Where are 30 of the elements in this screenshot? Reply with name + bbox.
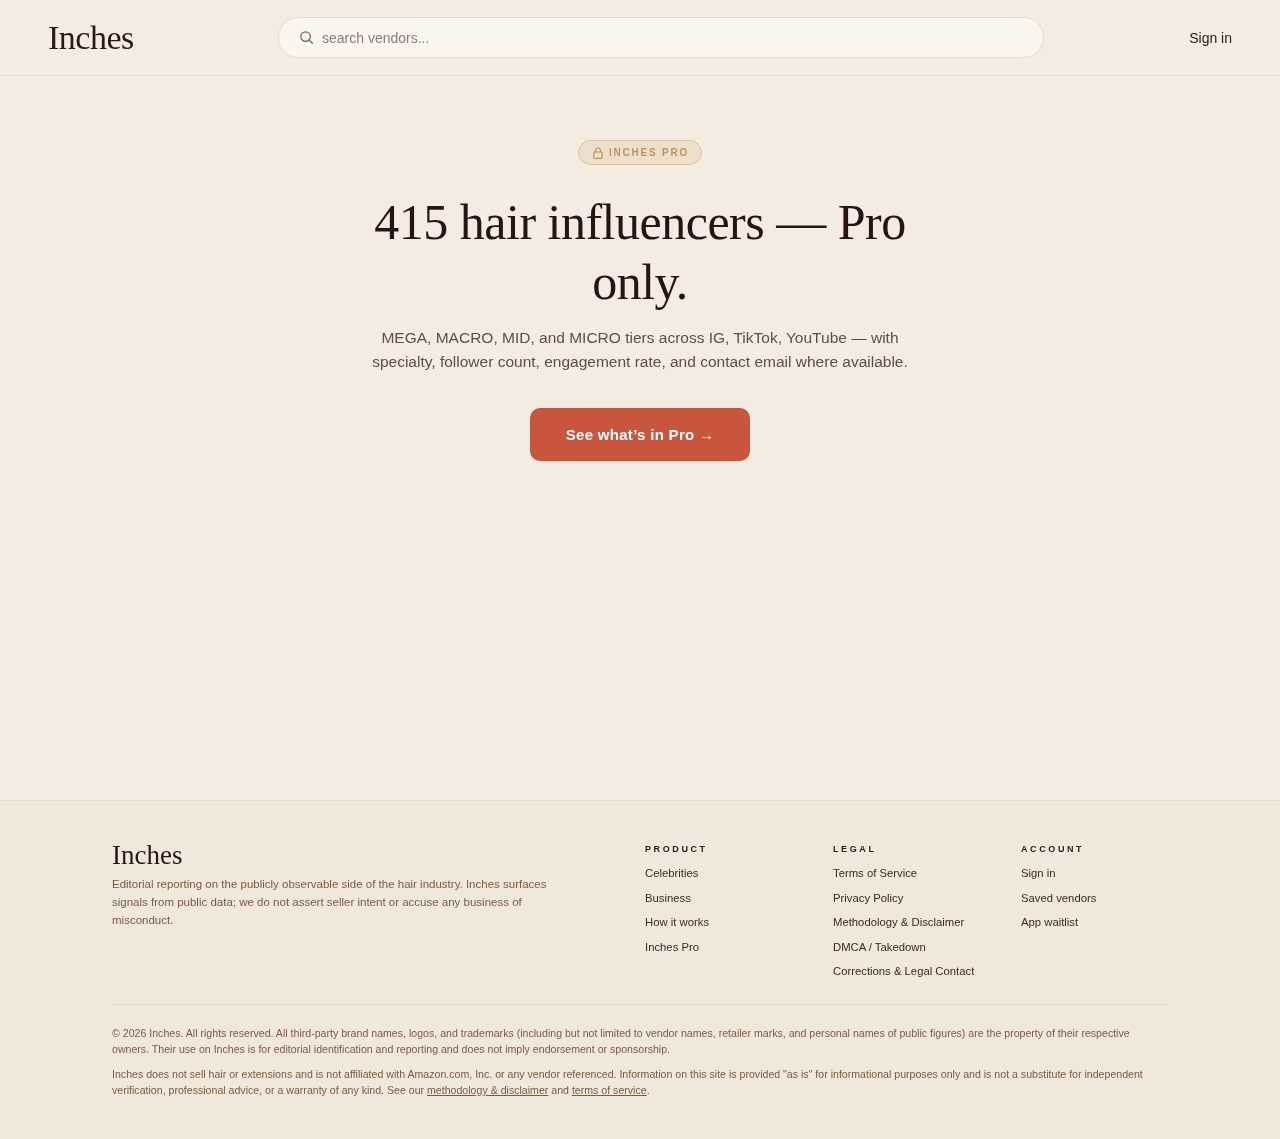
footer-link[interactable]: Saved vendors bbox=[1021, 891, 1097, 905]
footer-link[interactable]: DMCA / Takedown bbox=[833, 940, 926, 954]
footer-link[interactable]: Inches Pro bbox=[645, 940, 699, 954]
footer-link[interactable]: Methodology & Disclaimer bbox=[833, 916, 965, 929]
footer-logo[interactable]: Inches bbox=[112, 841, 183, 869]
search-field[interactable]: search vendors... bbox=[278, 17, 1044, 58]
disclaimer-notice: Inches does not sell hair or extensions and is not affiliated with Amazon.com, Inc. or any vendor referenced. Information on this site is provided "as is" for informational purposes only and is not a substitute for independent verification, professional advice, or a warranty of any kind. See our methodology & disclaimer and terms of service. bbox=[112, 1067, 1144, 1098]
footer-link[interactable]: App waitlist bbox=[1021, 916, 1079, 929]
logo[interactable]: Inches bbox=[48, 18, 134, 56]
search-icon bbox=[300, 31, 313, 44]
see-pro-button[interactable]: See what’s in Pro → bbox=[529, 408, 751, 461]
footer-link[interactable]: Celebrities bbox=[645, 867, 699, 880]
hero-description: MEGA, MACRO, MID, and MICRO tiers across IG, TikTok, YouTube — with specialty, follower count, engagement rate, and contact email where available. bbox=[371, 328, 909, 372]
lock-icon bbox=[592, 146, 603, 159]
footer-link[interactable]: Privacy Policy bbox=[833, 891, 904, 905]
copyright-notice: © 2026 Inches. All rights reserved. All third-party brand names, logos, and trademarks (including but not limited to vendor names, retailer marks, and personal names of public figures) are the property of their respective owners. Their use on Inches is for editorial identification and reporting and does not imply endorsement or sponsorship. bbox=[112, 1026, 1131, 1057]
footer-link[interactable]: How it works bbox=[645, 916, 710, 929]
footer-link[interactable]: Corrections & Legal Contact bbox=[833, 965, 975, 978]
sign-in-link[interactable]: Sign in bbox=[1189, 29, 1232, 46]
hero-title: 415 hair influencers — Pro only. bbox=[373, 193, 907, 312]
footer-link[interactable]: Terms of Service bbox=[833, 867, 918, 880]
footer-link[interactable]: Business bbox=[645, 891, 691, 905]
footer-column-heading: LEGAL bbox=[833, 843, 877, 855]
footer-column-heading: PRODUCT bbox=[645, 843, 708, 855]
footer-link[interactable]: Sign in bbox=[1021, 867, 1056, 880]
footer-tagline: Editorial reporting on the publicly observable side of the hair industry. Inches surfaces signals from public data; we do not assert seller intent or accuse any business of misconduct. bbox=[112, 877, 548, 928]
pro-badge: INCHES PRO bbox=[577, 140, 703, 165]
inline-link[interactable]: terms of service bbox=[571, 1084, 647, 1096]
footer-column-heading: ACCOUNT bbox=[1021, 843, 1085, 855]
inline-link[interactable]: methodology & disclaimer bbox=[427, 1084, 549, 1096]
